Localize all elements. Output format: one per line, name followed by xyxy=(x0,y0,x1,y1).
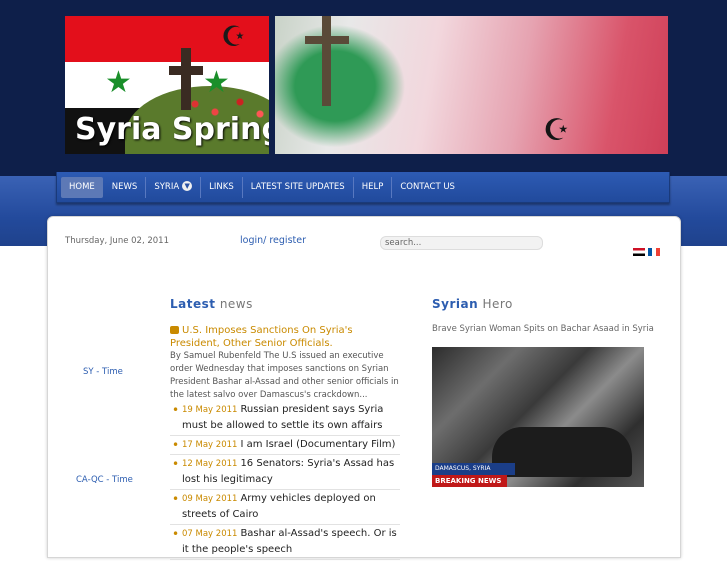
nav-news[interactable]: NEWS xyxy=(104,176,147,198)
news-date: 09 May 2011 xyxy=(182,494,238,504)
nav-home[interactable]: HOME xyxy=(61,176,103,198)
chevron-down-icon: ▼ xyxy=(182,181,193,191)
current-date: Thursday, June 02, 2011 xyxy=(65,236,169,246)
latest-news-heading-rest: news xyxy=(215,297,253,311)
video-location-label: DAMASCUS, SYRIA xyxy=(432,463,515,475)
article-icon xyxy=(170,326,179,334)
nav-news-label: NEWS xyxy=(111,181,138,192)
featured-article-excerpt: By Samuel Rubenfeld The U.S issued an ex… xyxy=(170,351,399,400)
nav-links-label: LINKS xyxy=(209,181,234,192)
main-navigation: HOME NEWS SYRIA ▼ LINKS LATEST SITE UPDAT… xyxy=(56,172,670,203)
cross-icon xyxy=(169,48,203,110)
search-input[interactable] xyxy=(380,236,543,250)
list-item[interactable]: 09 May 2011Army vehicles deployed on str… xyxy=(170,491,400,525)
hero-caption: Brave Syrian Woman Spits on Bachar Asaad… xyxy=(432,324,654,334)
breaking-news-label: BREAKING NEWS xyxy=(432,475,507,487)
syrian-hero-heading-rest: Hero xyxy=(478,297,513,311)
list-item[interactable]: 19 May 2011Russian president says Syria … xyxy=(170,402,400,436)
nav-syria[interactable]: SYRIA ▼ xyxy=(146,176,202,198)
nav-latest-site-updates[interactable]: LATEST SITE UPDATES xyxy=(243,176,354,198)
star-icon: ★ xyxy=(105,65,132,100)
cross-icon xyxy=(305,16,349,106)
crescent-icon: ☪ xyxy=(221,20,247,53)
header-banner-image: ☪ xyxy=(275,16,668,154)
list-item[interactable]: 07 May 2011Bashar al-Assad's speech. Or … xyxy=(170,526,400,560)
list-item[interactable]: 12 May 201116 Senators: Syria's Assad ha… xyxy=(170,456,400,490)
featured-title-text: U.S. Imposes Sanctions On Syria's Presid… xyxy=(170,325,353,349)
syrian-hero-heading: Syrian Hero xyxy=(432,297,513,311)
news-list: 19 May 2011Russian president says Syria … xyxy=(170,402,400,561)
star-icon: ★ xyxy=(203,65,230,100)
site-logo[interactable]: ★ ★ ☪ Syria Spring xyxy=(65,16,269,154)
nav-links[interactable]: LINKS xyxy=(201,176,243,198)
news-date: 19 May 2011 xyxy=(182,405,238,415)
syria-flag-icon[interactable] xyxy=(633,248,645,256)
ca-qc-time-link[interactable]: CA-QC - Time xyxy=(76,475,133,485)
list-item[interactable]: 17 May 2011I am Israel (Documentary Film… xyxy=(170,437,400,455)
hero-video-thumbnail[interactable]: DAMASCUS, SYRIA BREAKING NEWS xyxy=(432,347,644,487)
syrian-hero-heading-hl: Syrian xyxy=(432,297,479,311)
nav-contact-us[interactable]: CONTACT US xyxy=(392,177,463,198)
news-date: 12 May 2011 xyxy=(182,459,238,469)
latest-news-heading-hl: Latest xyxy=(170,297,216,311)
nav-latest-updates-label: LATEST SITE UPDATES xyxy=(250,181,345,192)
login-register-link[interactable]: login/ register xyxy=(240,235,306,246)
nav-help-label: HELP xyxy=(361,181,384,192)
news-date: 07 May 2011 xyxy=(182,529,238,539)
latest-news-heading: Latest news xyxy=(170,297,253,311)
news-title: I am Israel (Documentary Film) xyxy=(240,439,396,450)
featured-article-title[interactable]: U.S. Imposes Sanctions On Syria's Presid… xyxy=(170,324,400,350)
nav-syria-label: SYRIA xyxy=(154,181,180,192)
crescent-icon: ☪ xyxy=(543,113,570,148)
nav-help[interactable]: HELP xyxy=(354,176,393,198)
news-date: 17 May 2011 xyxy=(182,440,238,450)
nav-home-label: HOME xyxy=(69,181,95,192)
logo-title: Syria Spring xyxy=(75,112,269,147)
nav-contact-label: CONTACT US xyxy=(400,181,455,192)
france-flag-icon[interactable] xyxy=(648,248,660,256)
sy-time-link[interactable]: SY - Time xyxy=(83,367,123,377)
